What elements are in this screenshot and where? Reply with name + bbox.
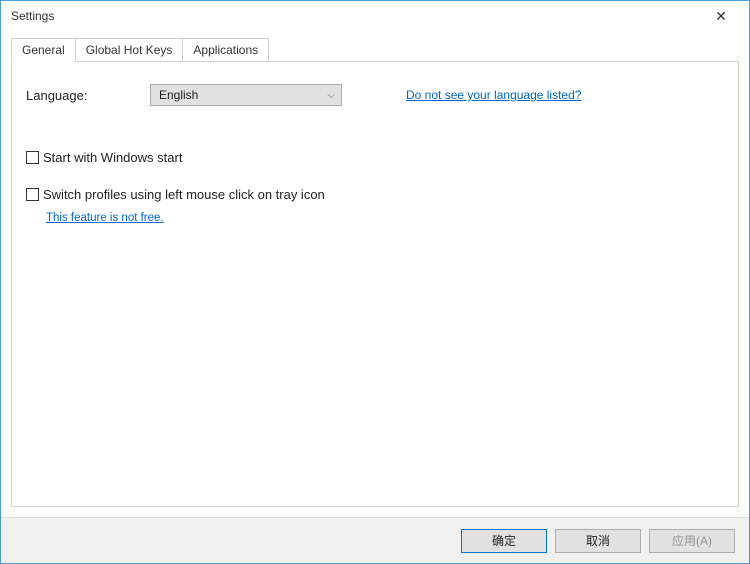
start-with-windows-checkbox[interactable] [26,151,39,164]
tab-applications[interactable]: Applications [182,38,269,61]
language-dropdown-value: English [159,88,198,102]
close-button[interactable]: ✕ [701,2,741,30]
window-title: Settings [11,9,54,23]
content-area: General Global Hot Keys Applications Lan… [1,31,749,517]
tabs-row: General Global Hot Keys Applications [11,37,739,61]
start-with-windows-row: Start with Windows start [26,150,724,165]
close-icon: ✕ [715,8,727,25]
tab-panel-general: Language: English ⌵ Do not see your lang… [11,61,739,507]
tab-general[interactable]: General [11,38,76,62]
start-with-windows-label[interactable]: Start with Windows start [43,150,182,165]
switch-profiles-checkbox[interactable] [26,188,39,201]
language-not-listed-link[interactable]: Do not see your language listed? [406,88,581,102]
chevron-down-icon: ⌵ [327,90,335,101]
switch-profiles-row: Switch profiles using left mouse click o… [26,187,724,202]
language-row: Language: English ⌵ Do not see your lang… [26,84,724,106]
button-bar: 确定 取消 应用(A) [1,517,749,563]
feature-not-free-link[interactable]: This feature is not free. [46,212,164,224]
language-dropdown[interactable]: English ⌵ [150,84,342,106]
settings-window: Settings ✕ General Global Hot Keys Appli… [0,0,750,564]
apply-button[interactable]: 应用(A) [649,529,735,553]
switch-profiles-label[interactable]: Switch profiles using left mouse click o… [43,187,325,202]
ok-button[interactable]: 确定 [461,529,547,553]
cancel-button[interactable]: 取消 [555,529,641,553]
language-label: Language: [26,88,150,103]
titlebar: Settings ✕ [1,1,749,31]
tab-global-hot-keys[interactable]: Global Hot Keys [75,38,184,61]
